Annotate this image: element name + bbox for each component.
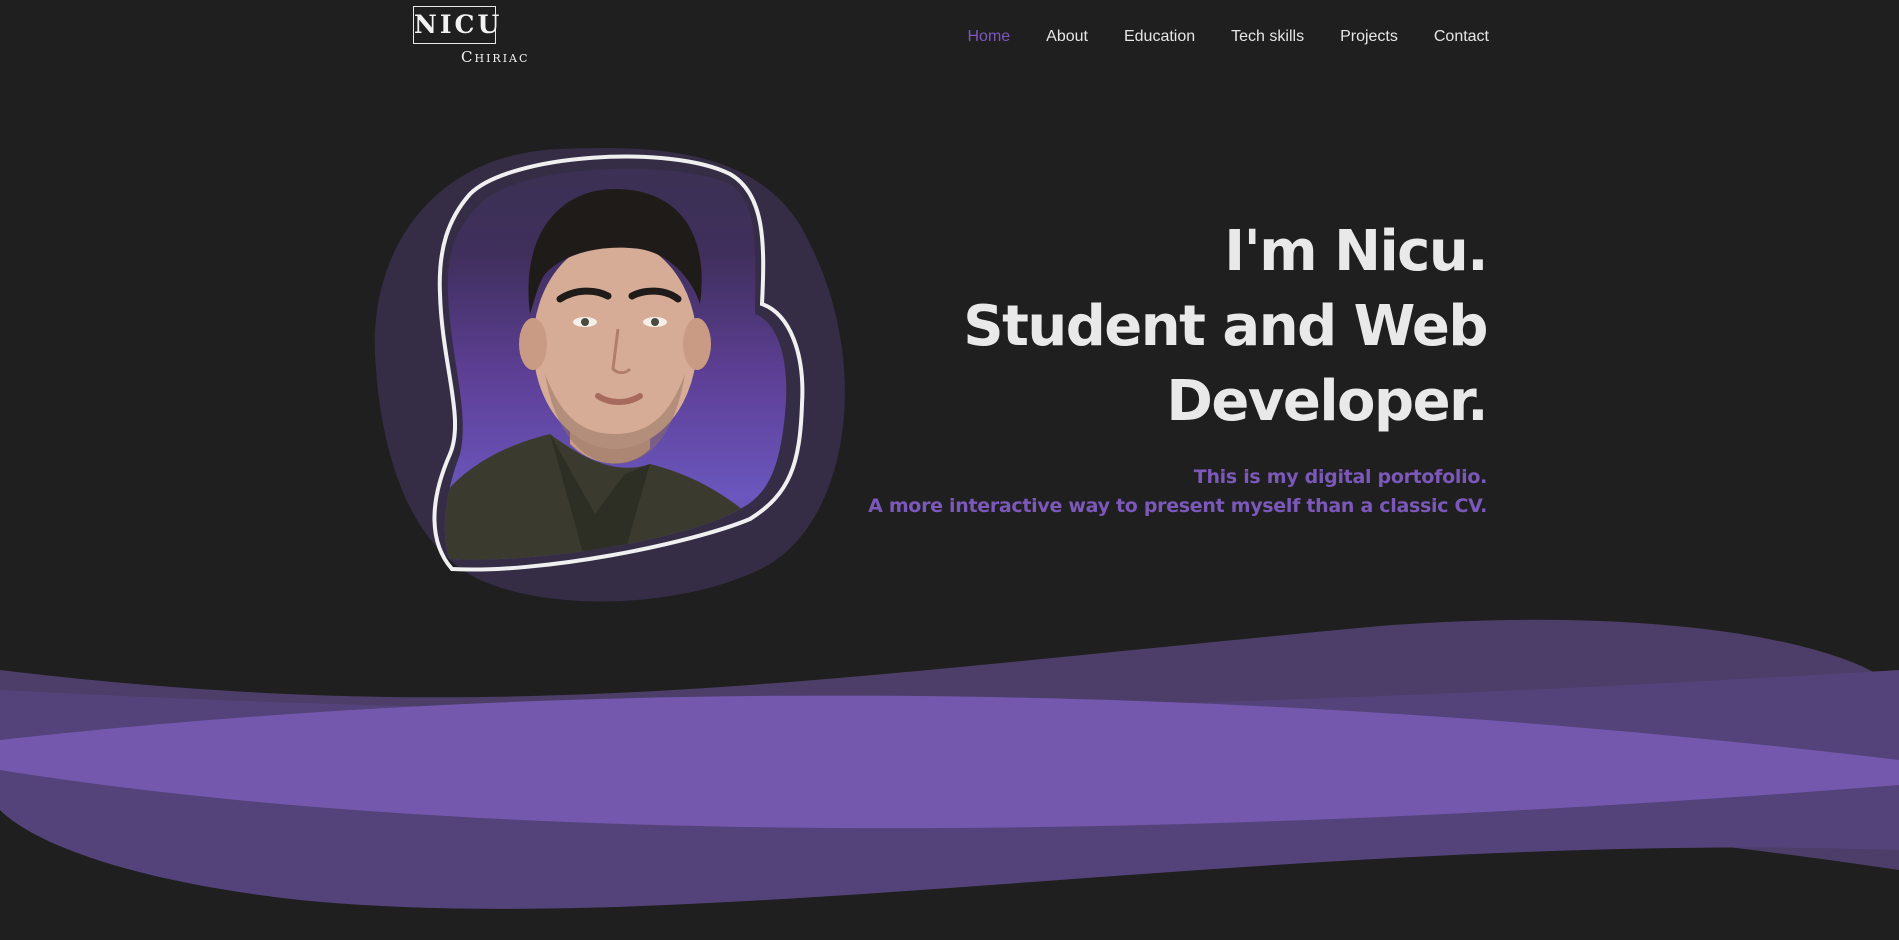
nav-projects[interactable]: Projects — [1340, 28, 1398, 46]
nav-about[interactable]: About — [1046, 28, 1088, 46]
hero-title: I'm Nicu. Student and Web Developer. — [787, 214, 1488, 439]
page: NICU Chiriac Home About Education Tech s… — [0, 0, 1899, 940]
logo-main: NICU — [413, 6, 499, 44]
hero-subtitle: This is my digital portofolio. A more in… — [787, 463, 1487, 521]
nav-tech-skills[interactable]: Tech skills — [1231, 28, 1304, 46]
logo[interactable]: NICU Chiriac — [413, 6, 543, 66]
nav-education[interactable]: Education — [1124, 28, 1195, 46]
hero-title-line3: Developer. — [1166, 369, 1488, 434]
main-nav: Home About Education Tech skills Project… — [967, 28, 1489, 46]
nav-home[interactable]: Home — [967, 28, 1010, 46]
hero-title-line1: I'm Nicu. — [1224, 219, 1488, 284]
nav-contact[interactable]: Contact — [1434, 28, 1489, 46]
hero-title-line2: Student and Web — [963, 294, 1488, 359]
decorative-waves — [0, 619, 1899, 909]
hero-subtitle-line2: A more interactive way to present myself… — [868, 495, 1487, 517]
hero-section: I'm Nicu. Student and Web Developer. Thi… — [787, 214, 1488, 521]
hero-subtitle-line1: This is my digital portofolio. — [1193, 466, 1488, 488]
logo-sub: Chiriac — [461, 48, 530, 66]
